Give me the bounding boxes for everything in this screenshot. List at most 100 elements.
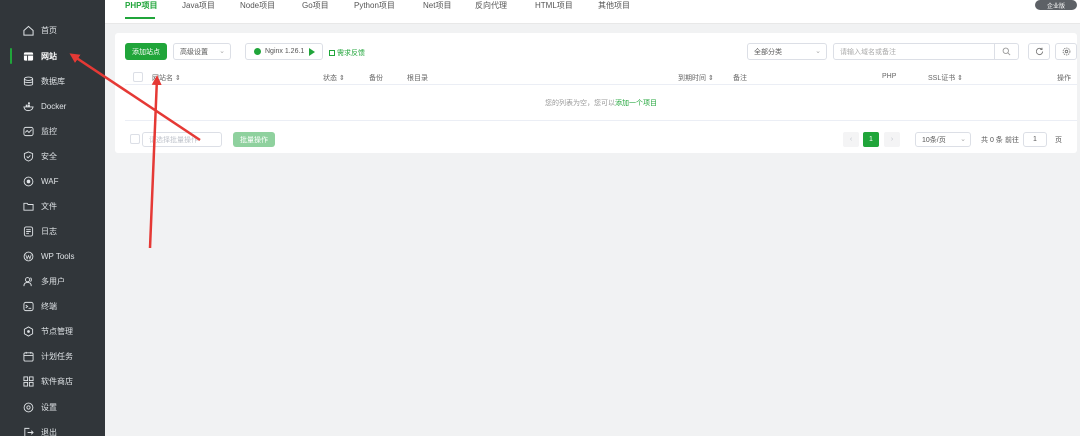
sidebar-item-multiuser[interactable]: 多用户 xyxy=(8,270,105,292)
store-icon xyxy=(22,375,34,387)
goto-page-input[interactable]: 1 xyxy=(1023,132,1047,147)
sidebar-item-label: 安全 xyxy=(41,151,57,161)
sidebar-item-docker[interactable]: Docker xyxy=(8,95,105,117)
active-tab-underline xyxy=(125,17,155,19)
sidebar-item-label: 软件商店 xyxy=(41,376,73,386)
settings-button[interactable] xyxy=(1055,43,1077,60)
logout-icon xyxy=(22,426,34,436)
tab-node[interactable]: Node项目 xyxy=(240,0,275,12)
search-input[interactable]: 请输入域名或备注 xyxy=(833,43,1019,60)
sidebar: 首页 网站 数据库 Docker 监控 安全 WAF 文件 日志 WP Tool… xyxy=(0,0,105,436)
column-label: 网站名 xyxy=(152,75,173,82)
sidebar-item-settings[interactable]: 设置 xyxy=(8,396,105,418)
sidebar-item-cron[interactable]: 计划任务 xyxy=(8,345,105,367)
sidebar-item-database[interactable]: 数据库 xyxy=(8,70,105,92)
sidebar-item-home[interactable]: 首页 xyxy=(8,19,105,41)
empty-table-message: 您的列表为空，您可以添加一个项目 xyxy=(125,85,1077,121)
waf-icon xyxy=(22,175,34,187)
batch-operation-select[interactable]: 请选择批量操作 xyxy=(142,132,222,147)
site-list-panel: 添加站点 高级设置 ⌄ Nginx 1.26.1 需求反馈 全部分类 ⌄ 请输入… xyxy=(115,33,1077,153)
sidebar-item-label: 节点管理 xyxy=(41,326,73,336)
tab-java[interactable]: Java项目 xyxy=(182,0,215,12)
wordpress-icon xyxy=(22,250,34,262)
column-label: 到期时间 xyxy=(678,75,706,82)
sidebar-item-nodes[interactable]: 节点管理 xyxy=(8,320,105,342)
sidebar-item-label: 文件 xyxy=(41,201,57,211)
nginx-version-label: Nginx 1.26.1 xyxy=(265,48,305,55)
tab-go[interactable]: Go项目 xyxy=(302,0,329,12)
refresh-button[interactable] xyxy=(1028,43,1050,60)
page-size-select[interactable]: 10条/页 ⌄ xyxy=(915,132,971,147)
sidebar-item-label: 日志 xyxy=(41,226,57,236)
sidebar-item-monitor[interactable]: 监控 xyxy=(8,120,105,142)
tab-reverse-proxy[interactable]: 反向代理 xyxy=(475,0,507,12)
column-actions: 操作 xyxy=(1057,75,1071,82)
feedback-link[interactable]: 需求反馈 xyxy=(329,48,365,58)
footer-select-checkbox[interactable] xyxy=(130,134,140,144)
sidebar-item-label: WP Tools xyxy=(41,251,75,261)
page-size-label: 10条/页 xyxy=(922,136,946,144)
sidebar-item-files[interactable]: 文件 xyxy=(8,195,105,217)
chevron-down-icon: ⌄ xyxy=(960,136,966,143)
database-icon xyxy=(22,75,34,87)
sidebar-item-label: 首页 xyxy=(41,25,57,35)
terminal-icon xyxy=(22,300,34,312)
sidebar-item-label: 网站 xyxy=(41,51,57,61)
advanced-settings-select[interactable]: 高级设置 ⌄ xyxy=(173,43,231,60)
tab-python[interactable]: Python项目 xyxy=(354,0,395,12)
sidebar-item-logout[interactable]: 退出 xyxy=(8,421,105,436)
tab-net[interactable]: Net项目 xyxy=(423,0,451,12)
search-icon[interactable] xyxy=(994,44,1018,59)
tab-php[interactable]: PHP项目 xyxy=(125,0,157,12)
sidebar-item-store[interactable]: 软件商店 xyxy=(8,370,105,392)
next-page-button[interactable]: › xyxy=(884,132,900,147)
tab-other[interactable]: 其他项目 xyxy=(598,0,630,12)
main-content: PHP项目 Java项目 Node项目 Go项目 Python项目 Net项目 … xyxy=(105,0,1080,436)
nginx-service-button[interactable]: Nginx 1.26.1 xyxy=(245,43,323,60)
column-site-name[interactable]: 网站名 ⇕ xyxy=(152,73,181,83)
column-label: SSL证书 xyxy=(928,75,956,82)
sidebar-item-terminal[interactable]: 终端 xyxy=(8,295,105,317)
sidebar-item-wp-tools[interactable]: WP Tools xyxy=(8,245,105,267)
tab-html[interactable]: HTML项目 xyxy=(535,0,573,12)
feedback-icon xyxy=(329,50,335,56)
chevron-left-icon: ‹ xyxy=(849,136,853,143)
enterprise-badge[interactable]: 企业版 xyxy=(1035,0,1077,10)
column-status[interactable]: 状态 ⇕ xyxy=(323,73,345,83)
sidebar-item-label: 退出 xyxy=(41,427,57,436)
advanced-settings-label: 高级设置 xyxy=(180,48,208,56)
sidebar-item-website[interactable]: 网站 xyxy=(8,45,105,67)
category-select[interactable]: 全部分类 ⌄ xyxy=(747,43,827,60)
gear-icon xyxy=(22,401,34,413)
users-icon xyxy=(22,275,34,287)
feedback-label: 需求反馈 xyxy=(337,50,365,57)
docker-icon xyxy=(22,100,34,112)
column-php: PHP xyxy=(882,73,897,80)
monitor-icon xyxy=(22,125,34,137)
table-header: 网站名 ⇕ 状态 ⇕ 备份 根目录 到期时间 ⇕ 备注 PHP SSL证书 ⇕ … xyxy=(125,71,1077,85)
home-icon xyxy=(22,24,34,36)
calendar-icon xyxy=(22,350,34,362)
sidebar-item-logs[interactable]: 日志 xyxy=(8,220,105,242)
sidebar-item-label: 数据库 xyxy=(41,76,65,86)
column-remark: 备注 xyxy=(733,75,747,82)
goto-label: 前往 xyxy=(1005,137,1019,144)
select-all-checkbox[interactable] xyxy=(133,72,143,82)
sidebar-item-label: 设置 xyxy=(41,402,57,412)
chevron-down-icon: ⌄ xyxy=(219,48,225,55)
sidebar-item-security[interactable]: 安全 xyxy=(8,145,105,167)
sidebar-item-label: 监控 xyxy=(41,126,57,136)
column-ssl[interactable]: SSL证书 ⇕ xyxy=(928,73,963,83)
sidebar-item-label: Docker xyxy=(41,101,67,111)
add-project-link[interactable]: 添加一个项目 xyxy=(615,100,657,107)
prev-page-button[interactable]: ‹ xyxy=(843,132,859,147)
chevron-right-icon: › xyxy=(890,136,894,143)
table-footer: 请选择批量操作 批量操作 ‹ 1 › 10条/页 ⌄ 共 0 条 前往 1 页 xyxy=(125,130,1077,150)
column-expiry[interactable]: 到期时间 ⇕ xyxy=(678,73,714,83)
sidebar-item-label: 多用户 xyxy=(41,276,65,286)
category-label: 全部分类 xyxy=(754,48,782,56)
sidebar-item-waf[interactable]: WAF xyxy=(8,170,105,192)
page-number-current[interactable]: 1 xyxy=(863,132,879,147)
add-site-button[interactable]: 添加站点 xyxy=(125,43,167,60)
batch-operation-button[interactable]: 批量操作 xyxy=(233,132,275,147)
